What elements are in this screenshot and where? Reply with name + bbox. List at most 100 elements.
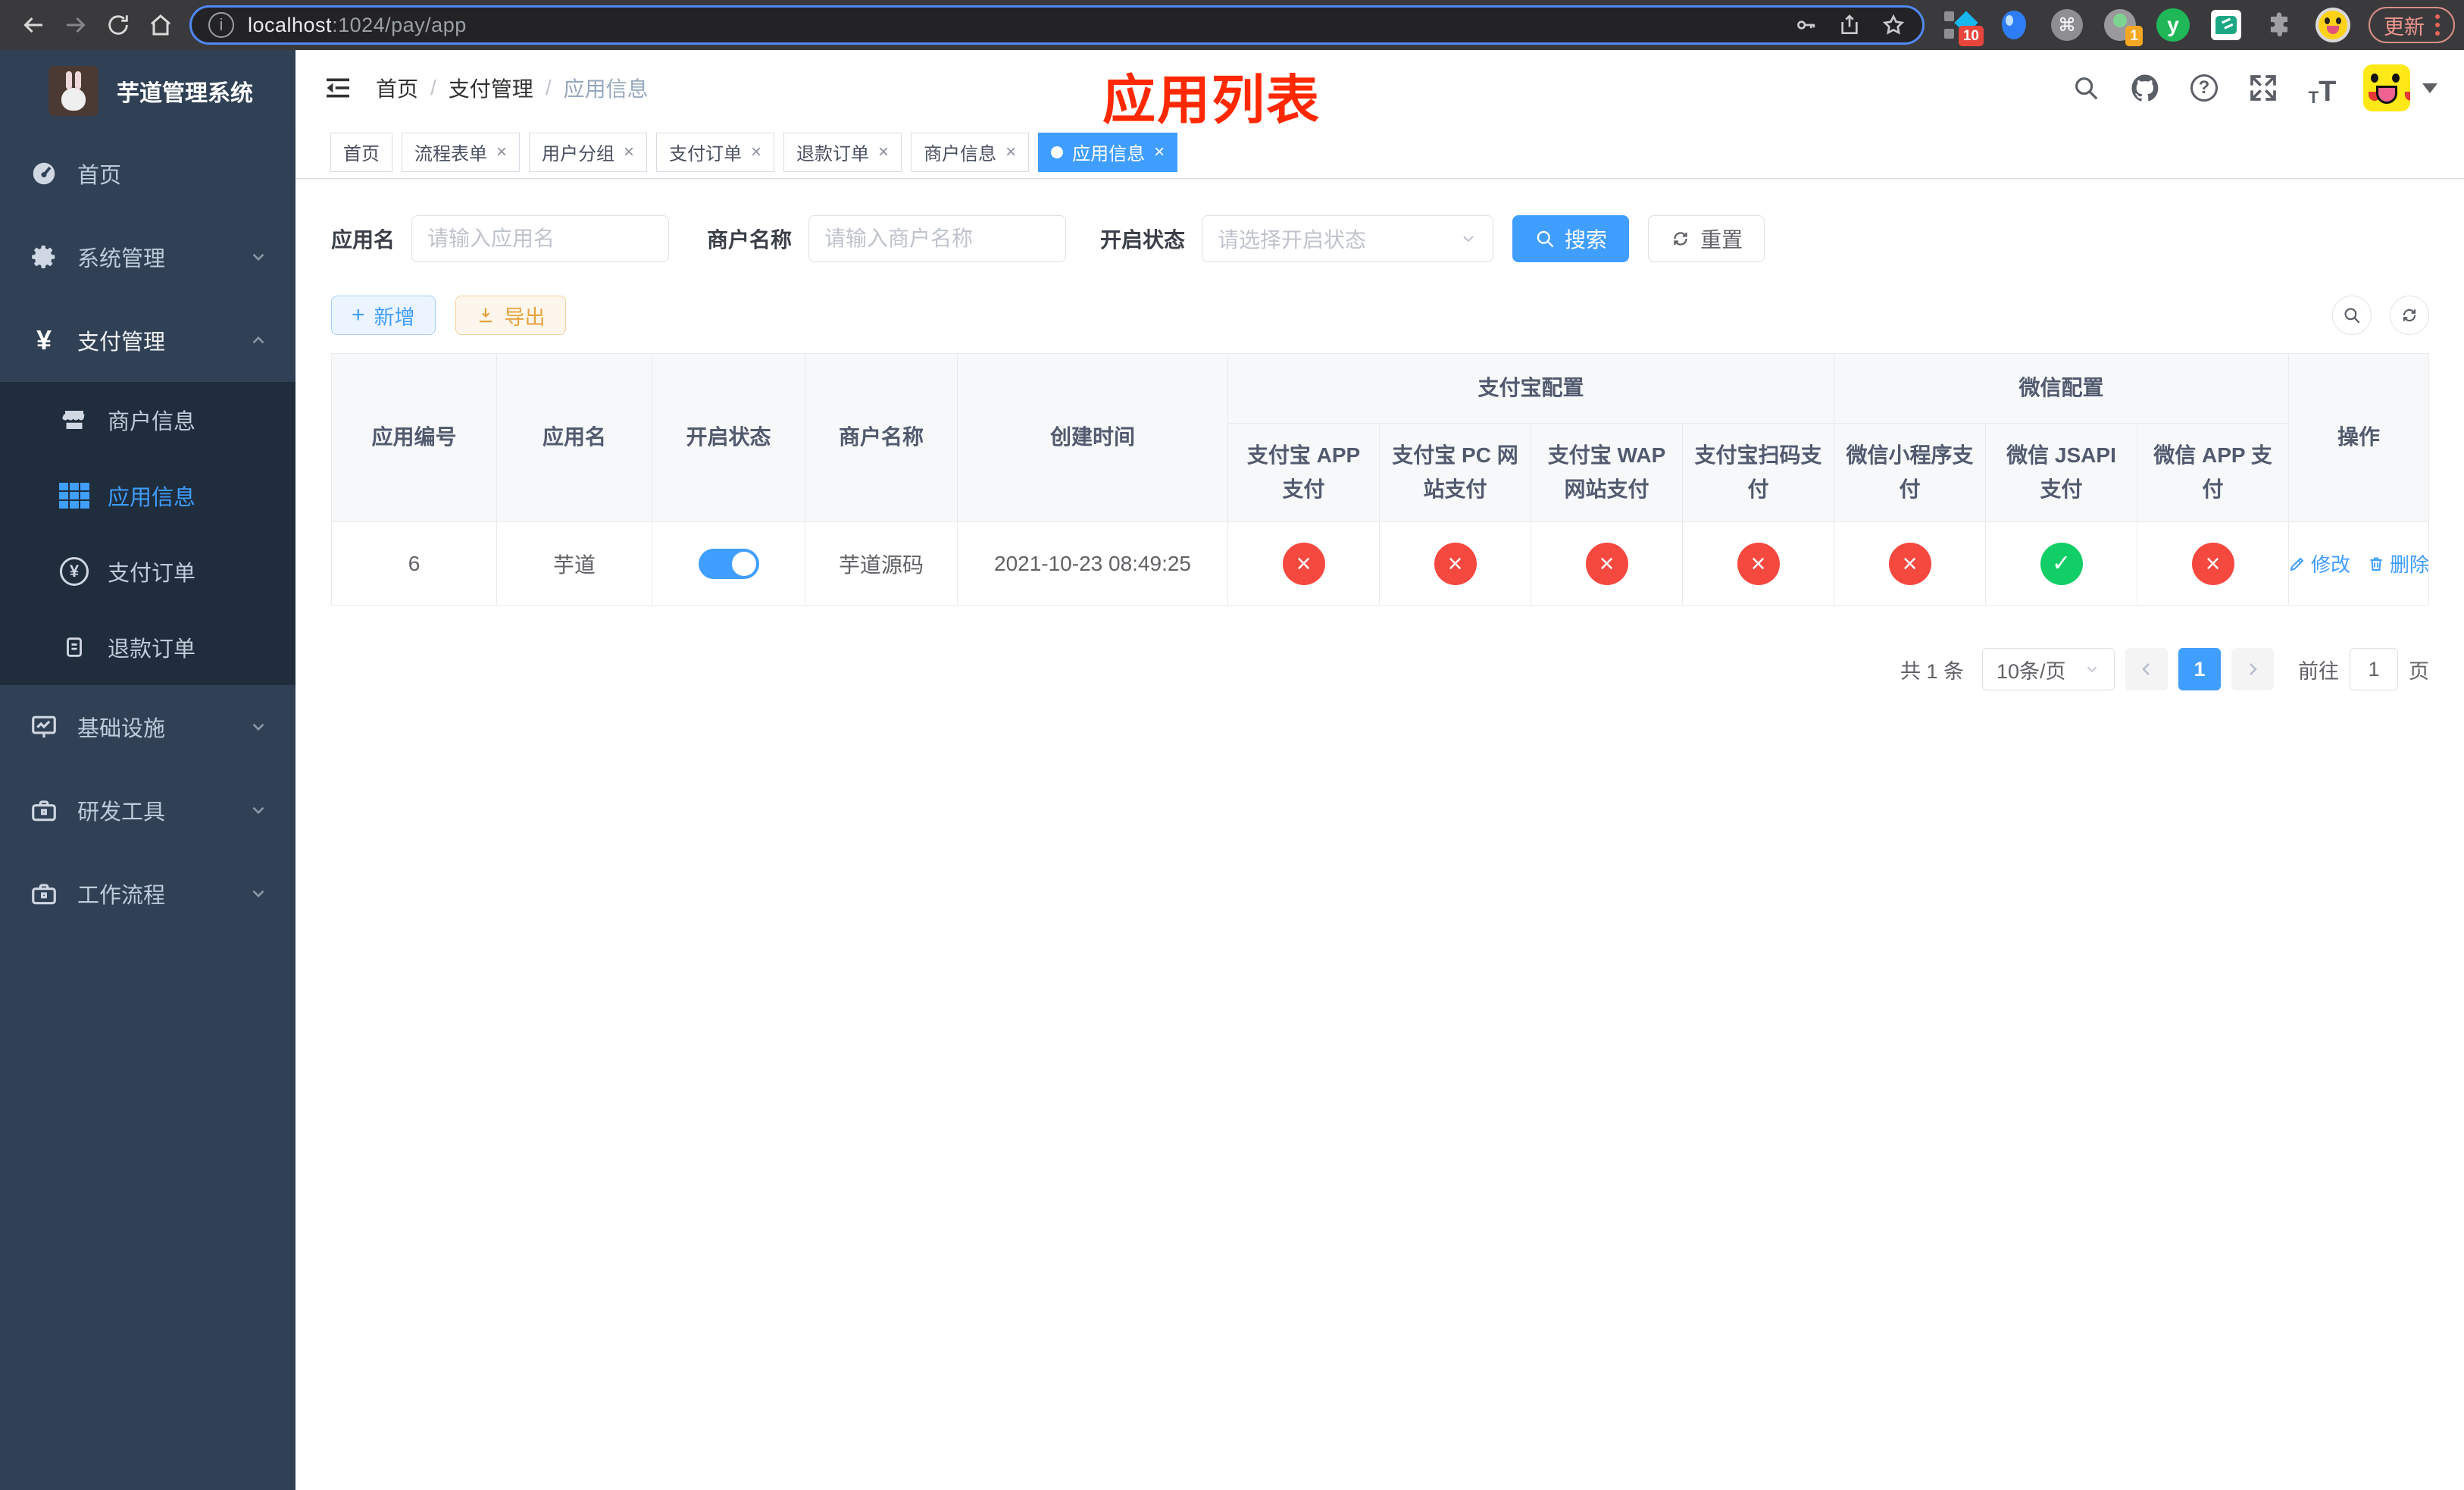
browser-update-button[interactable]: 更新 bbox=[2369, 7, 2455, 43]
password-key-icon[interactable] bbox=[1793, 13, 1818, 37]
sidebar-item-infrastructure[interactable]: 基础设施 bbox=[0, 685, 295, 768]
sidebar-item-dev-tools[interactable]: 研发工具 bbox=[0, 768, 295, 852]
font-size-icon[interactable]: TT bbox=[2304, 70, 2340, 106]
wechat-mini-status-icon bbox=[1888, 542, 1931, 585]
show-search-toggle-button[interactable] bbox=[2332, 296, 2372, 335]
chevron-left-icon bbox=[2142, 663, 2150, 675]
alipay-qr-status-icon bbox=[1737, 542, 1780, 585]
page-size-select[interactable]: 10条/页 bbox=[1982, 648, 2115, 690]
add-button[interactable]: + 新增 bbox=[331, 296, 436, 335]
tab-app-info[interactable]: 应用信息 × bbox=[1038, 132, 1178, 172]
extension-command-icon[interactable]: ⌘ bbox=[2050, 8, 2084, 42]
tab-process-form[interactable]: 流程表单 × bbox=[402, 132, 521, 172]
sidebar-item-payment[interactable]: ¥ 支付管理 bbox=[0, 299, 295, 382]
prev-page-button[interactable] bbox=[2125, 648, 2169, 690]
site-info-icon[interactable]: i bbox=[208, 12, 234, 38]
col-open-status: 开启状态 bbox=[652, 353, 805, 522]
alipay-pc-status-icon bbox=[1434, 542, 1477, 585]
export-button[interactable]: 导出 bbox=[455, 296, 566, 335]
col-wechat-mini: 微信小程序支付 bbox=[1834, 423, 1987, 522]
plus-icon: + bbox=[352, 302, 365, 327]
cell-merchant-name: 芋道源码 bbox=[805, 521, 958, 606]
dashboard-icon bbox=[27, 159, 61, 188]
bookmark-star-icon[interactable] bbox=[1881, 13, 1906, 37]
col-group-wechat: 微信配置 bbox=[1834, 353, 2290, 424]
search-icon[interactable] bbox=[2068, 70, 2104, 106]
sidebar-item-system[interactable]: 系统管理 bbox=[0, 215, 295, 299]
sidebar-item-merchant-info[interactable]: 商户信息 bbox=[0, 382, 295, 458]
app-logo[interactable]: 芋道管理系统 bbox=[0, 50, 295, 132]
extension-recorder-icon[interactable]: 1 bbox=[2103, 8, 2143, 46]
edit-link[interactable]: 修改 bbox=[2288, 549, 2350, 578]
cell-app-name: 芋道 bbox=[496, 521, 652, 606]
alipay-app-status-icon bbox=[1282, 542, 1325, 585]
address-bar[interactable]: i localhost:1024/pay/app bbox=[189, 5, 1925, 45]
sidebar-item-refund-order[interactable]: 退款订单 bbox=[0, 609, 295, 685]
close-icon[interactable]: × bbox=[1154, 142, 1165, 163]
extension-badge-10: 10 bbox=[1958, 26, 1984, 46]
col-app-id: 应用编号 bbox=[331, 353, 497, 522]
close-icon[interactable]: × bbox=[624, 142, 634, 163]
user-avatar[interactable] bbox=[2363, 64, 2438, 111]
gear-icon bbox=[27, 243, 61, 271]
profile-emoji-avatar[interactable] bbox=[2315, 8, 2350, 42]
share-icon[interactable] bbox=[1837, 13, 1862, 37]
tab-pay-order[interactable]: 支付订单 × bbox=[656, 132, 775, 172]
extension-diamond-icon[interactable]: 10 bbox=[1944, 8, 1984, 46]
sidebar-item-app-info[interactable]: 应用信息 bbox=[0, 458, 295, 534]
sidebar-item-home[interactable]: 首页 bbox=[0, 132, 295, 215]
grid-icon bbox=[58, 483, 91, 509]
extensions-puzzle-icon[interactable] bbox=[2262, 8, 2296, 42]
app-name-input[interactable] bbox=[411, 215, 670, 262]
search-button[interactable]: 搜索 bbox=[1512, 215, 1630, 262]
tab-refund-order[interactable]: 退款订单 × bbox=[783, 132, 902, 172]
briefcase-icon bbox=[27, 879, 61, 908]
tab-merchant-info[interactable]: 商户信息 × bbox=[911, 132, 1030, 172]
close-icon[interactable]: × bbox=[878, 142, 889, 163]
chevron-down-icon bbox=[1459, 230, 1477, 248]
sidebar-item-pay-order[interactable]: ¥ 支付订单 bbox=[0, 534, 295, 609]
refresh-icon bbox=[2403, 308, 2416, 322]
github-icon[interactable] bbox=[2127, 70, 2163, 106]
cell-app-id: 6 bbox=[331, 521, 497, 606]
breadcrumb-section[interactable]: 支付管理 bbox=[449, 73, 533, 103]
extension-y-icon[interactable]: y bbox=[2156, 8, 2190, 42]
sidebar-collapse-icon[interactable] bbox=[323, 73, 353, 103]
status-toggle[interactable] bbox=[698, 548, 759, 579]
close-icon[interactable]: × bbox=[751, 142, 761, 163]
wechat-jsapi-status-icon bbox=[2040, 542, 2083, 585]
close-icon[interactable]: × bbox=[496, 142, 507, 163]
reset-button[interactable]: 重置 bbox=[1648, 215, 1765, 262]
help-icon[interactable]: ? bbox=[2186, 70, 2222, 106]
breadcrumb-home[interactable]: 首页 bbox=[376, 73, 418, 103]
extensions-strip: 10 ⌘ 1 y bbox=[1944, 8, 2350, 46]
goto-page-input[interactable] bbox=[2350, 648, 2399, 690]
browser-home-icon[interactable] bbox=[139, 4, 182, 46]
extension-balloon-icon[interactable] bbox=[1997, 8, 2031, 42]
browser-reload-icon[interactable] bbox=[97, 4, 139, 46]
extension-translate-icon[interactable] bbox=[2209, 8, 2243, 42]
next-page-button[interactable] bbox=[2231, 648, 2275, 690]
fullscreen-icon[interactable] bbox=[2245, 70, 2281, 106]
refresh-button[interactable] bbox=[2390, 296, 2430, 335]
browser-forward-icon[interactable] bbox=[55, 4, 97, 46]
tab-user-group[interactable]: 用户分组 × bbox=[529, 132, 648, 172]
col-alipay-wap: 支付宝 WAP 网站支付 bbox=[1531, 423, 1683, 522]
col-wechat-jsapi: 微信 JSAPI 支付 bbox=[1985, 423, 2138, 522]
merchant-name-input[interactable] bbox=[808, 215, 1067, 262]
col-create-time: 创建时间 bbox=[957, 353, 1228, 522]
monitor-chart-icon bbox=[27, 712, 61, 741]
breadcrumb: 首页 / 支付管理 / 应用信息 bbox=[376, 73, 649, 103]
browser-menu-icon[interactable] bbox=[2435, 14, 2440, 36]
cell-open-status bbox=[652, 521, 805, 606]
tab-home[interactable]: 首页 bbox=[330, 132, 392, 172]
open-status-select[interactable]: 请选择开启状态 bbox=[1202, 215, 1494, 262]
page-suffix: 页 bbox=[2409, 659, 2430, 683]
sidebar-item-workflow[interactable]: 工作流程 bbox=[0, 852, 295, 935]
close-icon[interactable]: × bbox=[1005, 142, 1016, 163]
browser-back-icon[interactable] bbox=[12, 4, 55, 46]
delete-link[interactable]: 删除 bbox=[2367, 549, 2429, 578]
logo-rabbit-image bbox=[48, 66, 98, 116]
col-app-name: 应用名 bbox=[496, 353, 652, 522]
page-number-1[interactable]: 1 bbox=[2178, 648, 2222, 690]
